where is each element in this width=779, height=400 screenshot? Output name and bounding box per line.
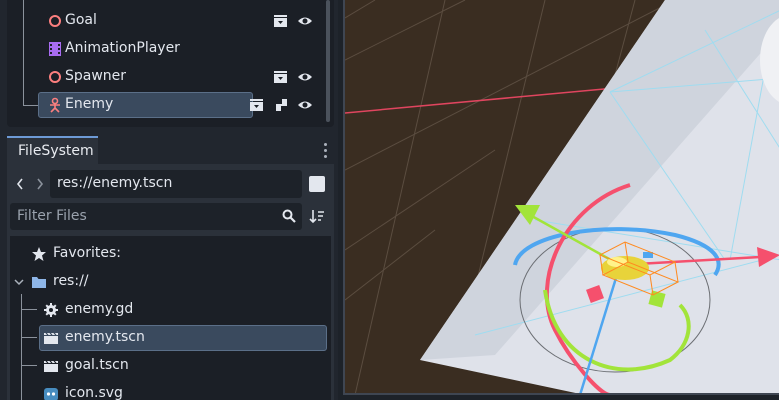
tab-label: FileSystem (18, 143, 94, 159)
sort-icon[interactable] (309, 208, 325, 224)
dock-menu-icon[interactable] (322, 141, 330, 161)
file-item-enemy-gd[interactable]: enemy.gd (10, 296, 331, 324)
viewport-scene[interactable] (345, 0, 779, 395)
scene-node-label: Enemy (65, 96, 114, 112)
folder-icon (32, 277, 46, 288)
gear-script-icon (44, 303, 58, 317)
filter-files-input[interactable]: Filter Files (10, 203, 302, 230)
path-input[interactable]: res://enemy.tscn (50, 170, 302, 198)
area-node-icon (49, 15, 61, 27)
file-item-goal-tscn[interactable]: goal.tscn (10, 352, 331, 380)
file-item-label: enemy.gd (65, 301, 134, 317)
3d-viewport[interactable] (343, 0, 779, 395)
visibility-eye-icon[interactable] (297, 13, 313, 29)
scene-node-spawner[interactable]: Spawner (7, 63, 325, 91)
visibility-eye-icon[interactable] (297, 69, 313, 85)
scene-node-label: Goal (65, 12, 97, 28)
scene-tree-panel[interactable]: Goal AnimationPlayer Spawner Enemy (7, 0, 334, 127)
visibility-eye-icon[interactable] (297, 97, 313, 113)
file-item-label: enemy.tscn (65, 329, 145, 345)
file-item-label: icon.svg (65, 385, 123, 400)
instance-scene-icon[interactable] (249, 97, 265, 113)
file-item-enemy-tscn[interactable]: enemy.tscn (10, 324, 331, 352)
godot-image-icon (44, 388, 58, 400)
toggle-split-view-icon[interactable] (309, 176, 325, 192)
scene-node-label: Spawner (65, 68, 127, 84)
chevron-left-icon[interactable] (14, 176, 26, 192)
script-attached-icon[interactable] (273, 97, 289, 113)
scene-node-goal[interactable]: Goal (7, 7, 325, 35)
scene-node-label: AnimationPlayer (65, 40, 180, 56)
instance-scene-icon[interactable] (273, 13, 289, 29)
file-item-label: res:// (53, 273, 89, 289)
file-item-icon-svg[interactable]: icon.svg (10, 380, 331, 400)
scene-file-icon (44, 360, 58, 372)
folder-item-res[interactable]: res:// (10, 268, 331, 296)
instance-scene-icon[interactable] (273, 69, 289, 85)
file-tree[interactable]: Favorites: res:// enemy.gd enemy.tscn go… (10, 236, 331, 400)
file-item-label: Favorites: (53, 245, 121, 261)
chevron-right-icon[interactable] (34, 176, 46, 192)
file-item-label: goal.tscn (65, 357, 129, 373)
star-icon (32, 247, 46, 261)
character-body-icon (50, 97, 60, 113)
scene-node-animationplayer[interactable]: AnimationPlayer (7, 35, 325, 63)
left-dock: Goal AnimationPlayer Spawner Enemy FileS… (0, 0, 338, 400)
animation-player-icon (49, 42, 61, 56)
search-icon (282, 209, 296, 223)
chevron-down-icon[interactable] (13, 274, 25, 290)
scene-tree-scrollbar[interactable] (326, 0, 330, 122)
tab-filesystem[interactable]: FileSystem (7, 136, 98, 164)
scene-node-enemy[interactable]: Enemy (7, 91, 325, 119)
favorites-item[interactable]: Favorites: (10, 240, 331, 268)
scene-file-icon (44, 332, 58, 344)
area-node-icon (49, 71, 61, 83)
